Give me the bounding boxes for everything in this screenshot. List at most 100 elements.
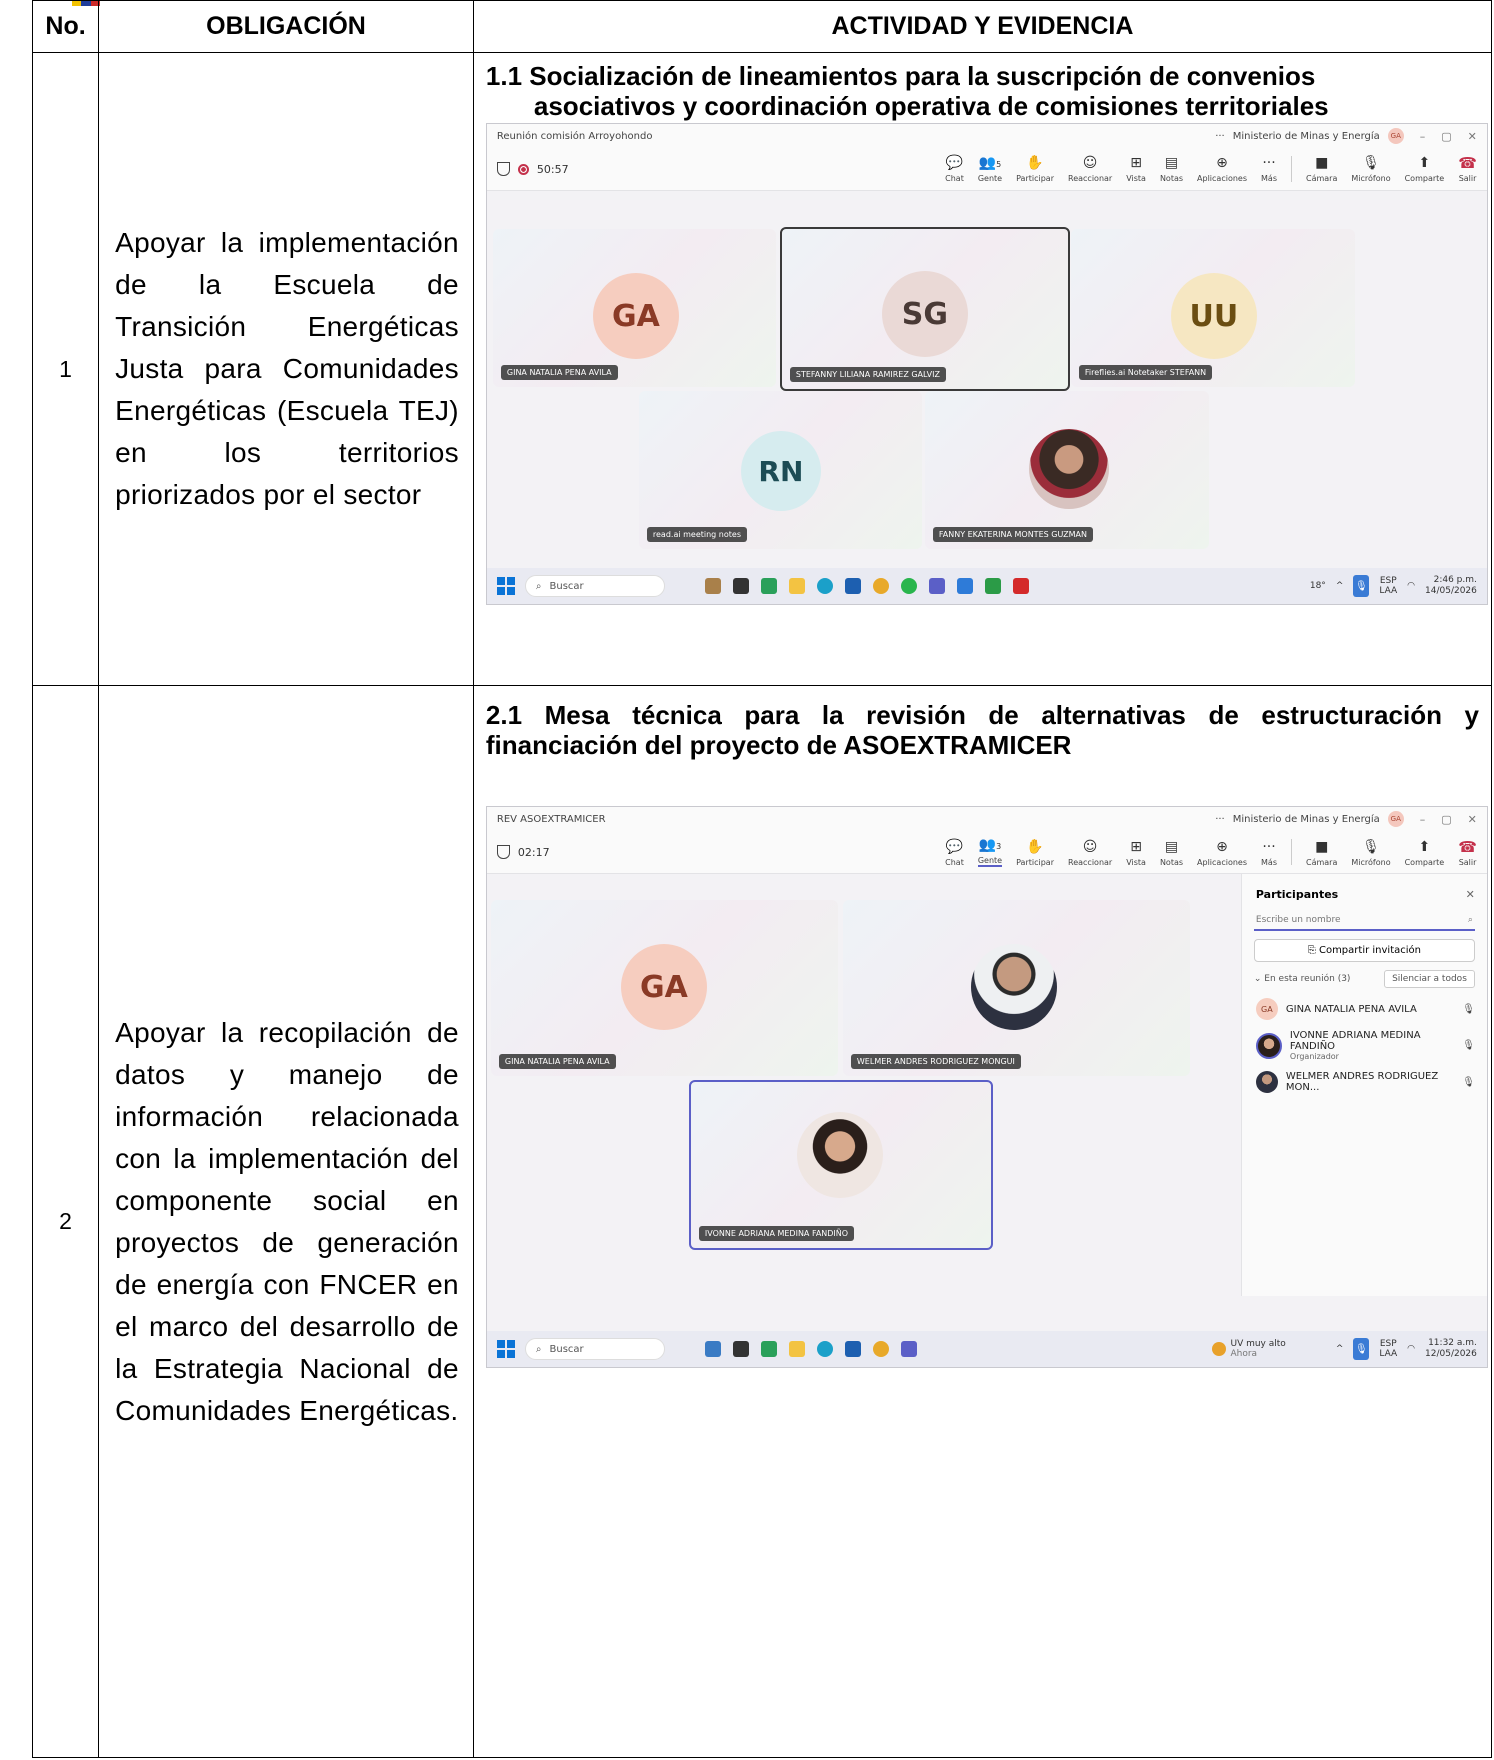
participant-name: WELMER ANDRES RODRIGUEZ MON... <box>1285 1071 1439 1093</box>
share-button[interactable]: ⬆ Comparte <box>1405 155 1445 183</box>
language-indicator[interactable]: ESP LAA <box>1379 576 1397 596</box>
language-indicator[interactable]: ESP LAA <box>1379 1339 1397 1359</box>
view-button[interactable]: ⊞ Vista <box>1126 839 1146 867</box>
chat-button[interactable]: 💬 Chat <box>945 839 964 867</box>
notes-button[interactable]: ▤ Notas <box>1160 839 1183 867</box>
uv-weather-widget[interactable]: UV muy alto Ahora <box>1212 1339 1286 1359</box>
maximize-icon[interactable]: ▢ <box>1441 130 1451 143</box>
avatar: GA <box>1255 998 1278 1020</box>
chevron-up-icon[interactable]: ^ <box>1336 1344 1344 1354</box>
participant-row[interactable]: WELMER ANDRES RODRIGUEZ MON... 🎙 <box>1255 1071 1475 1093</box>
windows-start-icon[interactable] <box>496 577 515 595</box>
react-button[interactable]: ☺ Reaccionar <box>1068 839 1112 867</box>
participant-tile[interactable]: WELMER ANDRES RODRIGUEZ MONGUI <box>842 900 1190 1076</box>
chat-button[interactable]: 💬 Chat <box>945 155 964 183</box>
participant-tile[interactable]: RN read.ai meeting notes <box>638 391 922 549</box>
avatar: SG <box>881 271 968 357</box>
minimize-icon[interactable]: – <box>1420 813 1426 826</box>
notes-button[interactable]: ▤ Notas <box>1160 155 1183 183</box>
participant-row[interactable]: IVONNE ADRIANA MEDINA FANDIÑO Organizador… <box>1255 1030 1475 1061</box>
clock[interactable]: 11:32 a.m. 12/05/2026 <box>1425 1338 1477 1360</box>
edge-icon[interactable] <box>816 578 833 594</box>
mic-tray-icon[interactable]: 🎙 <box>1353 575 1370 597</box>
folder-icon[interactable] <box>788 578 805 594</box>
chrome-icon[interactable] <box>872 1341 889 1357</box>
wifi-icon[interactable]: ◠ <box>1407 1344 1415 1354</box>
participant-tile[interactable]: UU Fireflies.ai Notetaker STEFANN <box>1070 229 1355 387</box>
app-icon[interactable] <box>956 578 973 594</box>
people-button[interactable]: 👥3 Gente <box>977 837 1003 867</box>
camera-button[interactable]: ■ Cámara <box>1306 155 1337 183</box>
close-icon[interactable]: ✕ <box>1468 813 1477 826</box>
app-icon[interactable] <box>732 1341 749 1357</box>
mic-button[interactable]: 🎙 Micrófono <box>1351 155 1390 183</box>
wifi-icon[interactable]: ◠ <box>1407 581 1415 591</box>
leave-button[interactable]: ☎ Salir <box>1458 155 1477 183</box>
mic-tray-icon[interactable]: 🎙 <box>1353 1338 1370 1360</box>
app-icon[interactable] <box>760 1341 777 1357</box>
share-button[interactable]: ⬆ Comparte <box>1405 839 1445 867</box>
react-button[interactable]: ☺ Reaccionar <box>1068 155 1112 183</box>
edge-icon[interactable] <box>816 1341 833 1357</box>
system-tray: 18° ^ 🎙 ESP LAA ◠ 2:46 p.m. 14/05/2026 <box>1310 575 1477 597</box>
more-icon[interactable]: ··· <box>1215 814 1225 825</box>
hangup-icon: ☎ <box>1458 154 1477 172</box>
mute-all-button[interactable]: Silenciar a todos <box>1384 970 1475 988</box>
apps-button[interactable]: ⊕ Aplicaciones <box>1197 839 1247 867</box>
more-icon[interactable]: ··· <box>1215 131 1225 142</box>
camera-button[interactable]: ■ Cámara <box>1306 839 1337 867</box>
close-icon[interactable]: ✕ <box>1466 888 1475 901</box>
participant-row[interactable]: GA GINA NATALIA PENA AVILA 🎙 <box>1255 998 1475 1020</box>
people-button[interactable]: 👥5 Gente <box>978 155 1002 183</box>
people-icon: 👥5 <box>978 155 1002 171</box>
notes-icon: ▤ <box>1164 839 1179 855</box>
close-icon[interactable]: ✕ <box>1468 130 1477 143</box>
app-icon[interactable] <box>844 1341 861 1357</box>
app-icon[interactable] <box>704 578 721 594</box>
raise-hand-button[interactable]: ✋ Participar <box>1016 155 1054 183</box>
windows-start-icon[interactable] <box>496 1340 515 1358</box>
share-invite-button[interactable]: ⎘ Compartir invitación <box>1253 939 1475 962</box>
raise-hand-button[interactable]: ✋ Participar <box>1016 839 1054 867</box>
minimize-icon[interactable]: – <box>1420 130 1426 143</box>
account-avatar[interactable]: GA <box>1387 128 1404 144</box>
taskbar-search[interactable]: ⌕ Buscar <box>524 575 665 597</box>
shield-icon <box>496 845 510 859</box>
view-button[interactable]: ⊞ Vista <box>1126 155 1146 183</box>
participant-tile-active[interactable]: SG STEFANNY LILIANA RAMIREZ GALVIZ <box>779 227 1070 391</box>
app-icon[interactable] <box>732 578 749 594</box>
weather-widget[interactable]: 18° <box>1310 581 1326 591</box>
maximize-icon[interactable]: ▢ <box>1441 813 1451 826</box>
teams-icon[interactable] <box>900 1341 917 1357</box>
app-icon[interactable] <box>704 1341 721 1357</box>
participant-search-input[interactable]: Escribe un nombre ⌕ <box>1253 911 1475 931</box>
app-icon[interactable] <box>760 578 777 594</box>
chevron-up-icon[interactable]: ^ <box>1336 581 1344 591</box>
folder-icon[interactable] <box>788 1341 805 1357</box>
teams-icon[interactable] <box>928 578 945 594</box>
pdf-icon[interactable] <box>1012 578 1029 594</box>
mic-button[interactable]: 🎙 Micrófono <box>1351 839 1390 867</box>
taskbar-search[interactable]: ⌕ Buscar <box>524 1338 665 1360</box>
participant-name: FANNY EKATERINA MONTES GUZMAN <box>932 527 1093 542</box>
whatsapp-icon[interactable] <box>900 578 917 594</box>
clock[interactable]: 2:46 p.m. 14/05/2026 <box>1425 575 1477 597</box>
hand-icon: ✋ <box>1026 155 1044 171</box>
avatar: UU <box>1170 273 1257 359</box>
leave-button[interactable]: ☎ Salir <box>1458 839 1477 867</box>
more-button[interactable]: ··· Más <box>1261 839 1277 867</box>
participant-tile[interactable]: FANNY EKATERINA MONTES GUZMAN <box>924 391 1209 549</box>
chrome-icon[interactable] <box>872 578 889 594</box>
app-icon[interactable] <box>844 578 861 594</box>
window-titlebar: REV ASOEXTRAMICER ··· Ministerio de Mina… <box>486 807 1487 831</box>
account-avatar[interactable]: GA <box>1387 811 1404 827</box>
meeting-title: REV ASOEXTRAMICER <box>496 813 606 825</box>
in-meeting-label[interactable]: ⌄ En esta reunión (3) <box>1254 974 1351 984</box>
participant-tile[interactable]: GA GINA NATALIA PENA AVILA <box>492 229 776 387</box>
more-button[interactable]: ··· Más <box>1261 155 1277 183</box>
apps-button[interactable]: ⊕ Aplicaciones <box>1197 155 1247 183</box>
participant-tile-active[interactable]: IVONNE ADRIANA MEDINA FANDIÑO <box>688 1080 993 1250</box>
sun-icon <box>1212 1342 1227 1356</box>
app-icon[interactable] <box>984 578 1001 594</box>
participant-tile[interactable]: GA GINA NATALIA PENA AVILA <box>490 900 838 1076</box>
